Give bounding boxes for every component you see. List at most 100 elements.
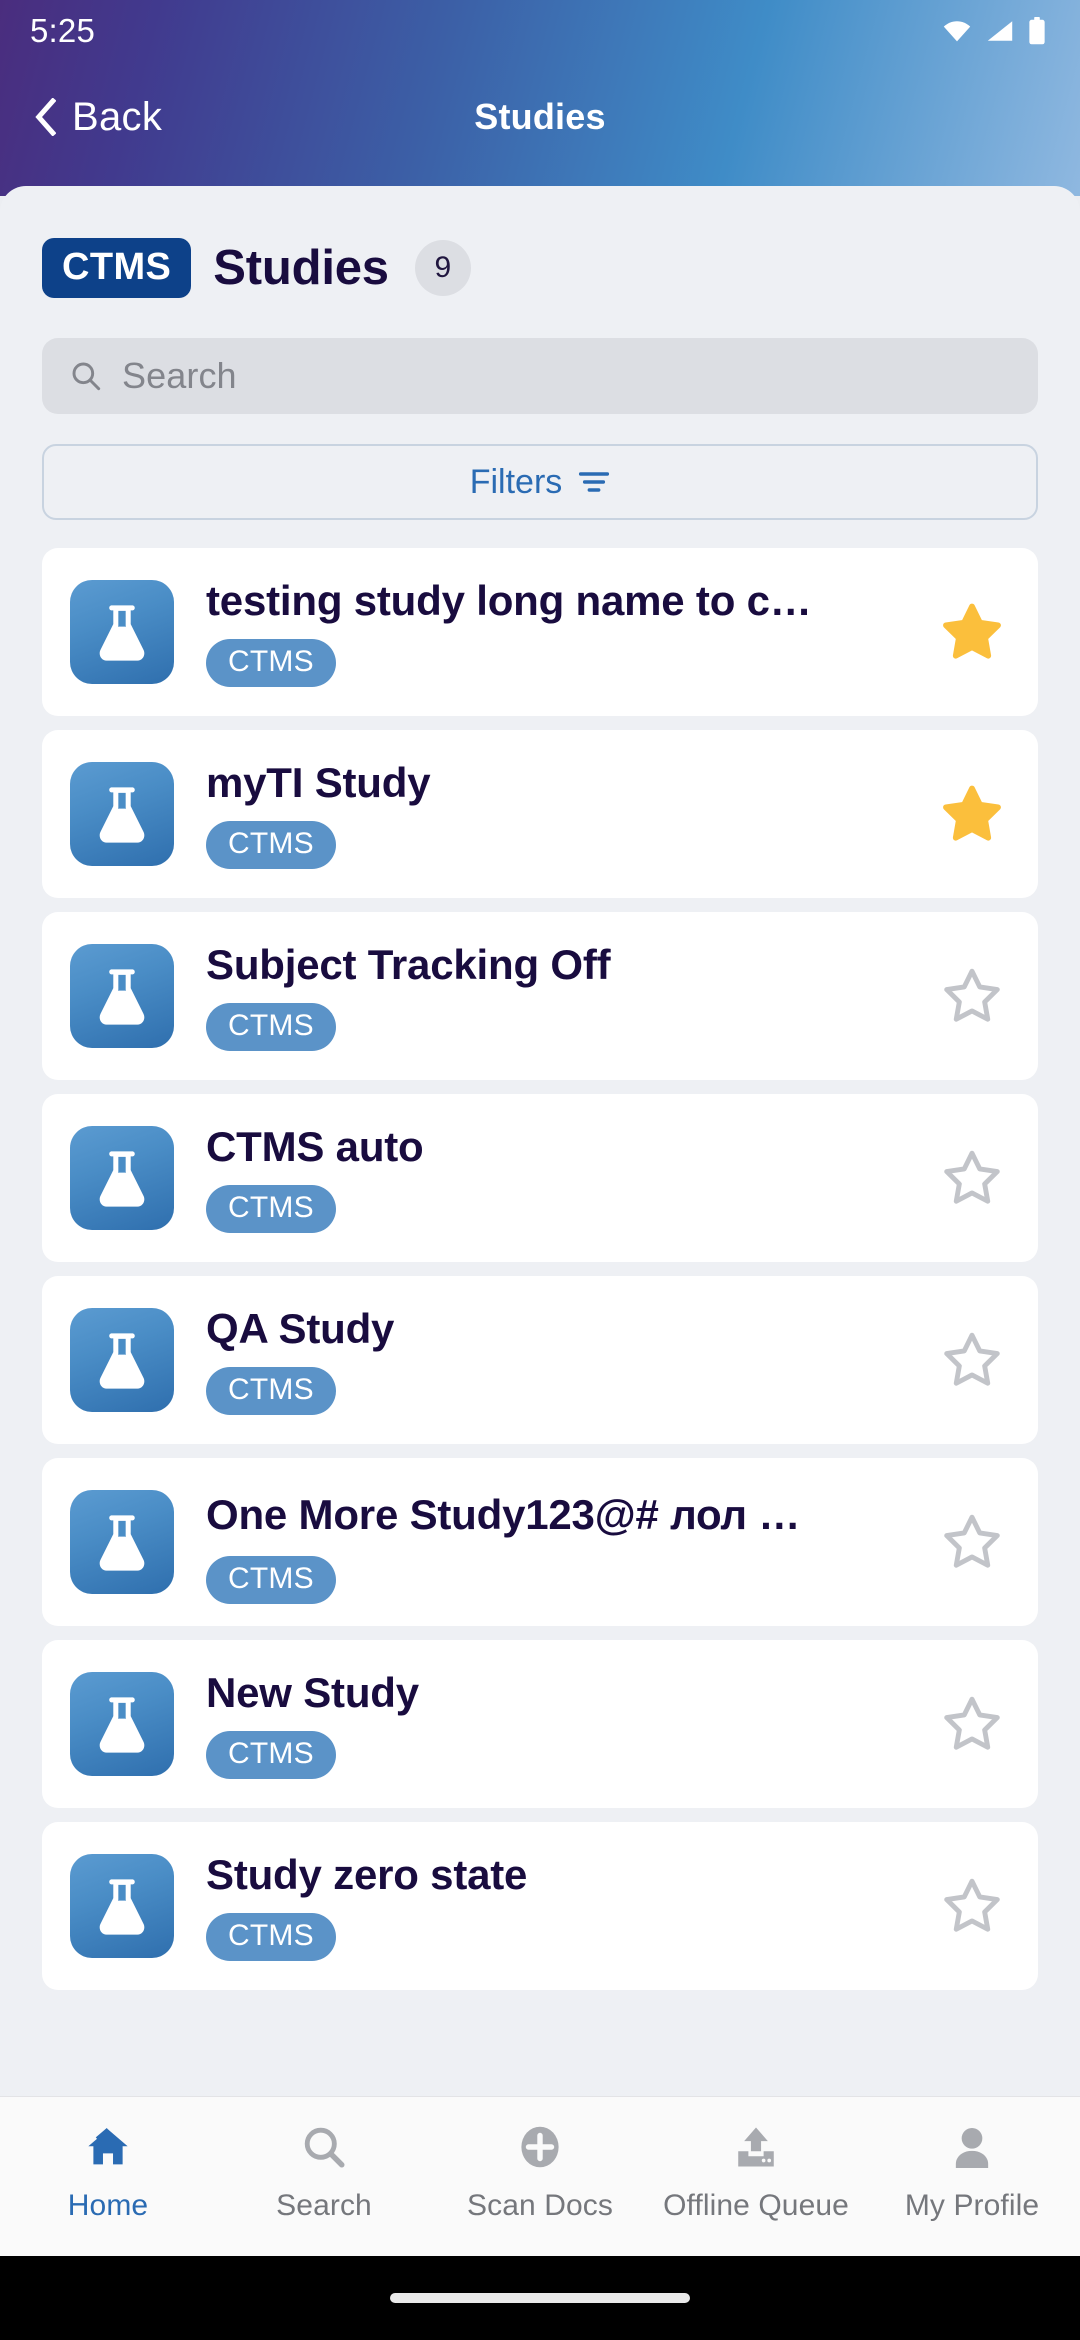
study-icon-tile bbox=[70, 1854, 174, 1958]
favorite-toggle[interactable] bbox=[934, 602, 1010, 662]
study-name: QA Study bbox=[206, 1305, 395, 1352]
plus-circle-icon-wrap bbox=[518, 2119, 562, 2175]
star-outline-icon bbox=[944, 1878, 1000, 1932]
page-header: CTMS Studies 9 bbox=[0, 186, 1080, 298]
bottom-nav-item-search[interactable]: Search bbox=[216, 2097, 432, 2223]
study-source-tag: CTMS bbox=[206, 821, 336, 869]
app-header: 5:25 Studies Back bbox=[0, 0, 1080, 196]
content-sheet: CTMS Studies 9 Search Filters testing st… bbox=[0, 186, 1080, 2340]
star-outline-icon bbox=[944, 1332, 1000, 1386]
studies-count-badge: 9 bbox=[414, 240, 471, 296]
study-name: myTI Study bbox=[206, 759, 431, 806]
status-bar-icons bbox=[942, 17, 1046, 45]
star-filled-icon bbox=[943, 603, 1001, 659]
favorite-toggle[interactable] bbox=[934, 1330, 1010, 1390]
flask-icon bbox=[99, 1515, 145, 1571]
search-icon-wrap bbox=[303, 2119, 345, 2175]
study-name: New Study bbox=[206, 1669, 419, 1716]
flask-icon bbox=[99, 1879, 145, 1935]
system-gesture-area bbox=[0, 2256, 1080, 2340]
study-name: CTMS auto bbox=[206, 1123, 424, 1170]
search-icon bbox=[72, 362, 101, 391]
study-card[interactable]: QA Study CTMS bbox=[42, 1276, 1038, 1444]
study-icon-tile bbox=[70, 1126, 174, 1230]
favorite-toggle[interactable] bbox=[934, 1694, 1010, 1754]
status-bar-clock: 5:25 bbox=[30, 12, 96, 49]
bottom-nav-item-offline-queue[interactable]: Offline Queue bbox=[648, 2097, 864, 2223]
study-source-tag: CTMS bbox=[206, 1555, 336, 1604]
bottom-nav-label: Scan Docs bbox=[467, 2189, 613, 2222]
star-outline-icon bbox=[944, 968, 1000, 1022]
study-card[interactable]: testing study long name to che… CTMS bbox=[42, 548, 1038, 716]
study-card-body: myTI Study CTMS bbox=[206, 759, 934, 869]
filters-button-label: Filters bbox=[469, 462, 563, 501]
favorite-toggle[interactable] bbox=[934, 966, 1010, 1026]
favorite-toggle[interactable] bbox=[934, 1876, 1010, 1936]
favorite-toggle[interactable] bbox=[934, 784, 1010, 844]
cellular-signal-icon bbox=[987, 21, 1013, 41]
back-button[interactable]: Back bbox=[34, 95, 162, 140]
upload-icon bbox=[738, 2127, 774, 2167]
star-outline-icon bbox=[944, 1150, 1000, 1204]
flask-icon bbox=[99, 1151, 145, 1207]
study-name: Study zero state bbox=[206, 1851, 528, 1898]
module-badge: CTMS bbox=[42, 238, 192, 298]
study-card[interactable]: CTMS auto CTMS bbox=[42, 1094, 1038, 1262]
study-source-tag: CTMS bbox=[206, 639, 336, 687]
battery-icon bbox=[1029, 17, 1045, 45]
study-card[interactable]: myTI Study CTMS bbox=[42, 730, 1038, 898]
search-icon bbox=[304, 2127, 345, 2168]
favorite-toggle[interactable] bbox=[934, 1148, 1010, 1208]
home-indicator[interactable] bbox=[390, 2293, 690, 2303]
study-card-body: QA Study CTMS bbox=[206, 1305, 934, 1415]
filters-section: Filters bbox=[0, 414, 1080, 520]
status-bar: 5:25 bbox=[0, 0, 1080, 62]
favorite-toggle[interactable] bbox=[934, 1512, 1010, 1572]
home-icon bbox=[88, 2127, 128, 2164]
person-icon-wrap bbox=[951, 2119, 993, 2175]
study-icon-tile bbox=[70, 762, 174, 866]
star-outline-icon bbox=[944, 1514, 1000, 1568]
page-title: Studies bbox=[213, 241, 389, 295]
flask-icon bbox=[99, 605, 145, 661]
navigation-bar: Studies Back bbox=[0, 62, 1080, 172]
study-icon-tile bbox=[70, 1490, 174, 1594]
search-section: Search bbox=[0, 298, 1080, 414]
study-card[interactable]: New Study CTMS bbox=[42, 1640, 1038, 1808]
bottom-navigation-bar: Home Search Scan Docs Offline Queue My Profi… bbox=[0, 2096, 1080, 2256]
home-icon-wrap bbox=[86, 2119, 130, 2175]
upload-icon-wrap bbox=[734, 2119, 778, 2175]
study-card[interactable]: Study zero state CTMS bbox=[42, 1822, 1038, 1990]
study-source-tag: CTMS bbox=[206, 1731, 336, 1779]
bottom-nav-item-scan-docs[interactable]: Scan Docs bbox=[432, 2097, 648, 2223]
study-source-tag: CTMS bbox=[206, 1185, 336, 1233]
study-name: testing study long name to che… bbox=[206, 577, 816, 624]
back-button-label: Back bbox=[72, 94, 163, 139]
study-card[interactable]: Subject Tracking Off CTMS bbox=[42, 912, 1038, 1080]
study-source-tag: CTMS bbox=[206, 1003, 336, 1051]
bottom-nav-item-my-profile[interactable]: My Profile bbox=[864, 2097, 1080, 2223]
study-card-body: CTMS auto CTMS bbox=[206, 1123, 934, 1233]
study-card[interactable]: One More Study123@# лол 你… CTMS bbox=[42, 1458, 1038, 1626]
flask-icon bbox=[99, 969, 145, 1025]
bottom-nav-label: My Profile bbox=[904, 2189, 1040, 2222]
studies-list[interactable]: testing study long name to che… CTMS myTI … bbox=[0, 520, 1080, 1990]
star-outline-icon bbox=[944, 1696, 1000, 1750]
wifi-icon bbox=[943, 21, 971, 42]
study-icon-tile bbox=[70, 1672, 174, 1776]
study-card-body: Subject Tracking Off CTMS bbox=[206, 941, 934, 1051]
study-card-body: One More Study123@# лол 你… CTMS bbox=[206, 1481, 934, 1604]
bottom-nav-label: Offline Queue bbox=[663, 2189, 849, 2222]
filters-button[interactable]: Filters bbox=[42, 444, 1038, 520]
chevron-left-icon bbox=[35, 98, 56, 136]
study-name: Subject Tracking Off bbox=[206, 941, 611, 988]
flask-icon bbox=[99, 1333, 145, 1389]
flask-icon bbox=[99, 1697, 145, 1753]
study-icon-tile bbox=[70, 1308, 174, 1412]
person-icon bbox=[955, 2127, 989, 2168]
bottom-nav-item-home[interactable]: Home bbox=[0, 2097, 216, 2223]
search-placeholder: Search bbox=[122, 355, 237, 396]
phone-screen: 5:25 Studies Back CTMS Studies 9 Search … bbox=[0, 0, 1080, 2340]
flask-icon bbox=[99, 787, 145, 843]
search-input[interactable]: Search bbox=[42, 338, 1038, 414]
